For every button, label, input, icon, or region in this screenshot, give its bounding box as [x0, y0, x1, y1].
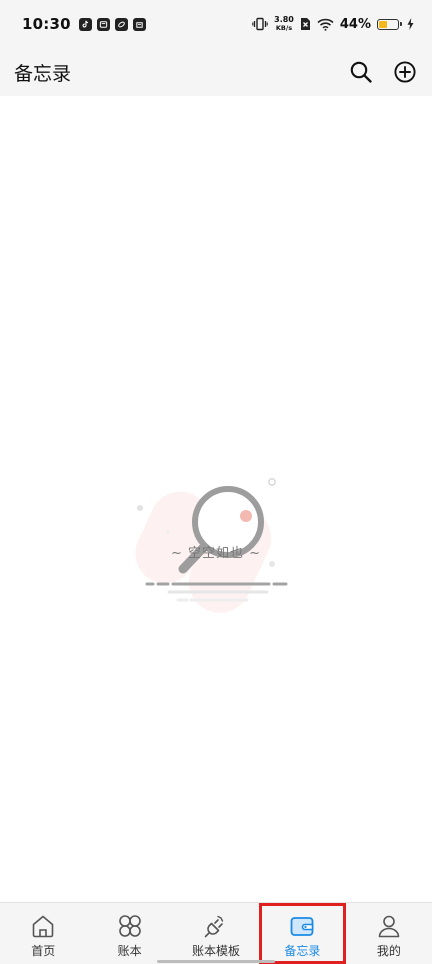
battery-level [379, 20, 387, 28]
nav-item-ledger[interactable]: 账本 [86, 903, 172, 964]
charging-icon [407, 18, 414, 30]
battery-percent: 44% [339, 16, 371, 32]
vibrate-icon [252, 17, 268, 31]
nav-label-ledger-template: 账本模板 [192, 944, 241, 958]
empty-search-illustration [135, 478, 288, 613]
empty-state-text: ~ 空空如也 ~ [170, 546, 262, 561]
nav-item-profile[interactable]: 我的 [346, 903, 432, 964]
nav-item-ledger-template[interactable]: 账本模板 [173, 903, 259, 964]
bottom-nav: 首页 账本 账本模板 备忘录 我的 [0, 902, 432, 964]
status-bar: 10:30 3.80 KB/s 44% [0, 0, 432, 48]
page-title: 备忘录 [14, 62, 72, 85]
nav-item-memo[interactable]: 备忘录 [259, 903, 346, 964]
nav-label-profile: 我的 [376, 944, 401, 958]
home-icon [32, 915, 54, 938]
bag-app-icon [132, 17, 146, 31]
add-memo-button[interactable] [392, 59, 418, 85]
add-circle-icon [394, 61, 416, 83]
home-indicator[interactable] [157, 960, 275, 963]
wallet-icon [291, 917, 314, 936]
notification-icons [78, 17, 146, 31]
header-actions [348, 59, 418, 85]
nav-label-home: 首页 [31, 944, 56, 958]
app-notification-icon [96, 17, 110, 31]
person-icon [378, 915, 400, 938]
status-right: 3.80 KB/s 44% [252, 16, 414, 32]
nav-item-home[interactable]: 首页 [0, 903, 86, 964]
nav-label-memo: 备忘录 [284, 944, 321, 958]
no-sim-icon [300, 18, 310, 30]
plug-icon [204, 915, 224, 938]
memo-list-empty: ~ 空空如也 ~ [0, 96, 432, 902]
tiktok-icon [78, 17, 92, 31]
net-speed: 3.80 KB/s [274, 15, 294, 33]
nav-label-ledger: 账本 [117, 944, 142, 958]
status-time: 10:30 [22, 15, 71, 33]
search-button[interactable] [348, 59, 374, 85]
wifi-icon [317, 18, 334, 31]
battery-icon [377, 18, 402, 30]
app-header: 备忘录 [0, 48, 432, 96]
net-speed-value: 3.80 [274, 15, 294, 24]
search-icon [350, 61, 372, 83]
net-speed-unit: KB/s [275, 24, 293, 32]
grid-petal-icon [118, 915, 141, 937]
link-app-icon [114, 17, 128, 31]
